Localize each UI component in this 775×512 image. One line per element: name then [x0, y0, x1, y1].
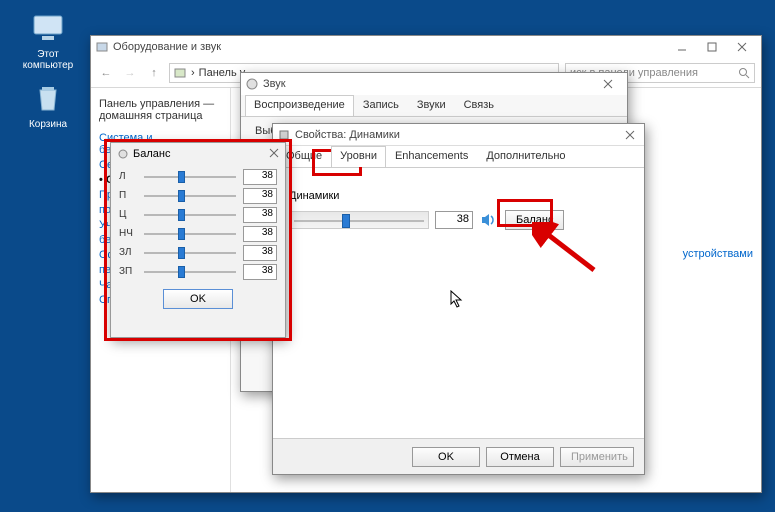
folder-icon	[174, 67, 188, 79]
mute-icon[interactable]	[479, 211, 499, 229]
channel-value[interactable]: 38	[243, 207, 277, 223]
channel-slider[interactable]	[142, 189, 238, 203]
channel-slider[interactable]	[142, 265, 238, 279]
channel-row: Ц 38	[119, 205, 277, 224]
balance-button[interactable]: Баланс	[505, 210, 564, 230]
channel-value[interactable]: 38	[243, 226, 277, 242]
maximize-button[interactable]	[697, 37, 727, 57]
titlebar[interactable]: Свойства: Динамики	[273, 124, 644, 146]
window-title: Баланс	[133, 148, 170, 160]
channel-row: НЧ 38	[119, 224, 277, 243]
balance-icon	[117, 148, 129, 160]
tab-recording[interactable]: Запись	[354, 95, 408, 116]
ok-button[interactable]: OK	[163, 289, 233, 309]
titlebar[interactable]: Звук	[241, 73, 627, 95]
back-button[interactable]: ←	[97, 64, 115, 82]
channel-label: НЧ	[119, 228, 137, 239]
desktop-icon-bin[interactable]: Корзина	[18, 80, 78, 130]
tab-communications[interactable]: Связь	[455, 95, 503, 116]
window-title: Свойства: Динамики	[295, 129, 400, 141]
tab-advanced[interactable]: Дополнительно	[477, 146, 574, 167]
tab-playback[interactable]: Воспроизведение	[245, 95, 354, 116]
props-body: Динамики 38 Баланс	[273, 168, 644, 244]
channel-slider[interactable]	[142, 227, 238, 241]
channel-label: Ц	[119, 209, 137, 220]
close-button[interactable]	[269, 148, 279, 161]
titlebar[interactable]: Баланс	[111, 143, 285, 165]
sound-icon	[245, 77, 259, 91]
channel-row: П 38	[119, 186, 277, 205]
breadcrumb-text: Панель у	[199, 67, 246, 79]
speaker-properties-icon	[277, 128, 291, 142]
channel-slider[interactable]	[142, 246, 238, 260]
channel-label: ЗП	[119, 266, 137, 277]
app-icon	[95, 40, 109, 54]
channel-row: ЗП 38	[119, 262, 277, 281]
sidebar-home[interactable]: Панель управления — домашняя страница	[99, 98, 222, 122]
desktop-label: Корзина	[29, 119, 67, 130]
apply-button[interactable]: Применить	[560, 447, 634, 467]
ok-button[interactable]: OK	[412, 447, 480, 467]
tab-levels[interactable]: Уровни	[331, 146, 386, 167]
search-icon	[738, 67, 750, 79]
channel-row: Л 38	[119, 167, 277, 186]
window-properties: Свойства: Динамики Общие Уровни Enhancem…	[272, 123, 645, 475]
close-button[interactable]	[727, 37, 757, 57]
channel-value[interactable]: 38	[243, 169, 277, 185]
channel-value[interactable]: 38	[243, 245, 277, 261]
tab-sounds[interactable]: Звуки	[408, 95, 455, 116]
titlebar[interactable]: Оборудование и звук	[91, 36, 761, 58]
balance-body: Л 38 П 38 Ц 38 НЧ 38 ЗЛ 38 ЗП 38	[111, 165, 285, 283]
channel-row: ЗЛ 38	[119, 243, 277, 262]
close-button[interactable]	[593, 74, 623, 94]
window-balance: Баланс Л 38 П 38 Ц 38 НЧ 38 ЗЛ 38 ЗП 38 OK	[110, 142, 286, 338]
channel-slider[interactable]	[142, 170, 238, 184]
cancel-button[interactable]: Отмена	[486, 447, 554, 467]
sound-tabs: Воспроизведение Запись Звуки Связь	[241, 95, 627, 117]
volume-value[interactable]: 38	[435, 211, 473, 229]
channel-label: П	[119, 190, 137, 201]
channel-label: Л	[119, 171, 137, 182]
channel-slider[interactable]	[142, 208, 238, 222]
minimize-button[interactable]	[667, 37, 697, 57]
forward-button[interactable]: →	[121, 64, 139, 82]
window-title: Звук	[263, 78, 286, 90]
close-button[interactable]	[618, 126, 642, 144]
props-tabs: Общие Уровни Enhancements Дополнительно	[273, 146, 644, 168]
volume-slider[interactable]	[289, 211, 429, 229]
desktop-label: Этот компьютер	[23, 49, 73, 71]
props-footer: OK Отмена Применить	[273, 438, 644, 474]
desktop-icon-pc[interactable]: Этот компьютер	[18, 10, 78, 71]
tab-enhancements[interactable]: Enhancements	[386, 146, 477, 167]
recycle-bin-icon	[30, 80, 66, 116]
pc-icon	[30, 10, 66, 46]
up-button[interactable]: ↑	[145, 64, 163, 82]
window-title: Оборудование и звук	[113, 41, 221, 53]
channel-value[interactable]: 38	[243, 264, 277, 280]
balance-footer: OK	[111, 283, 285, 315]
channel-label: ЗЛ	[119, 247, 137, 258]
levels-group-label: Динамики	[289, 190, 628, 202]
channel-value[interactable]: 38	[243, 188, 277, 204]
content-link[interactable]: устройствами	[683, 248, 753, 260]
